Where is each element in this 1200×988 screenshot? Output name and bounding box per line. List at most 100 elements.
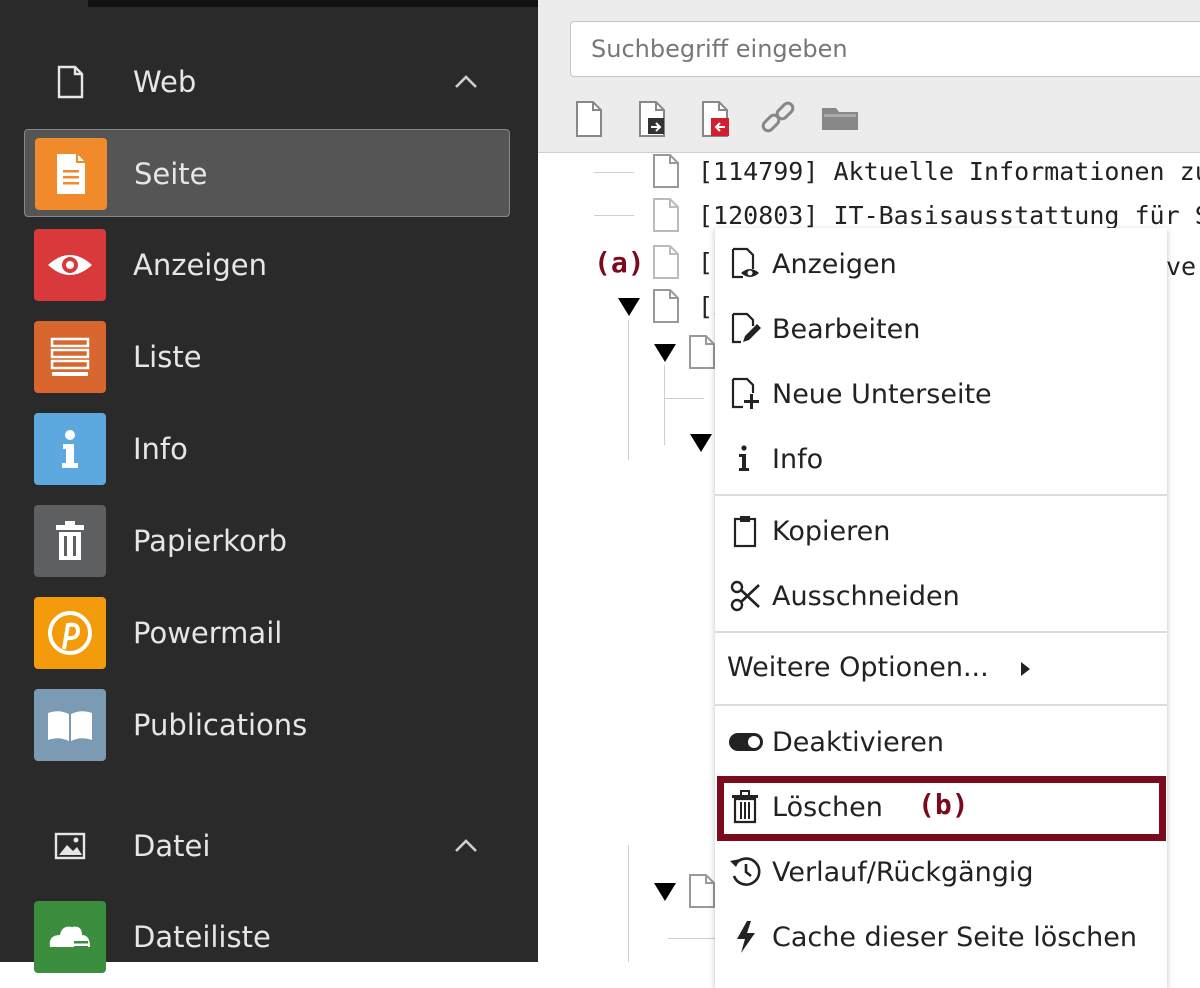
menu-item-info[interactable]: Info — [715, 426, 1167, 490]
chevron-up-icon[interactable] — [448, 830, 484, 862]
clipboard-icon — [729, 514, 763, 548]
new-page-icon[interactable] — [571, 98, 615, 142]
menu-divider — [715, 704, 1167, 706]
menu-item-deaktivieren[interactable]: Deaktivieren — [715, 709, 1167, 773]
module-label: Powermail — [133, 616, 283, 650]
menu-divider — [715, 631, 1167, 633]
menu-divider — [715, 494, 1167, 496]
tree-line — [594, 215, 634, 216]
menu-item-label: Bearbeiten — [772, 314, 921, 345]
top-strip — [88, 0, 538, 7]
tree-node[interactable]: [2 — [652, 288, 728, 326]
module-label: Seite — [134, 157, 208, 191]
module-papierkorb[interactable]: Papierkorb — [24, 497, 510, 585]
tree-line — [594, 172, 634, 173]
tree-line — [628, 320, 629, 460]
module-label: Dateiliste — [133, 920, 271, 954]
menu-item-weitere-optionen[interactable]: Weitere Optionen... — [715, 634, 1167, 698]
tree-line — [628, 845, 629, 962]
list-icon — [34, 321, 106, 393]
expand-caret-icon[interactable] — [652, 881, 678, 903]
tree-line — [664, 365, 665, 445]
module-group-web[interactable]: Web — [0, 36, 538, 128]
menu-item-anzeigen[interactable]: Anzeigen — [715, 231, 1167, 295]
module-label: Anzeigen — [133, 248, 267, 282]
page-icon — [688, 873, 716, 915]
menu-item-label: Info — [772, 444, 824, 475]
menu-item-label: Ausschneiden — [772, 581, 960, 612]
module-info[interactable]: Info — [24, 405, 510, 493]
context-menu: Anzeigen Bearbeiten Neue Unterseite Info… — [715, 228, 1167, 988]
link-icon[interactable] — [758, 98, 802, 142]
page-icon — [52, 64, 88, 100]
module-seite[interactable]: Seite — [24, 129, 510, 217]
page-icon — [652, 288, 680, 330]
info-icon — [34, 413, 106, 485]
module-group-label: Datei — [133, 829, 211, 863]
tree-node-label: ve — [1166, 252, 1197, 281]
page-icon — [688, 334, 716, 376]
module-group-datei[interactable]: Datei — [0, 800, 538, 892]
tree-node[interactable] — [688, 334, 716, 372]
page-icon — [652, 244, 680, 286]
paste-into-icon[interactable] — [634, 98, 678, 142]
image-icon — [52, 828, 88, 864]
tree-node-label: [114799] Aktuelle Informationen zu — [698, 157, 1200, 186]
lightning-icon — [729, 920, 763, 954]
tree-toolbar — [538, 0, 1200, 153]
loeschen-highlight-box — [717, 776, 1166, 841]
module-group-label: Web — [133, 65, 197, 99]
menu-item-bearbeiten[interactable]: Bearbeiten — [715, 296, 1167, 360]
chevron-up-icon[interactable] — [448, 66, 484, 98]
module-dateiliste[interactable]: Dateiliste — [24, 893, 510, 981]
tree-line — [664, 398, 704, 399]
powermail-icon — [34, 597, 106, 669]
book-icon — [34, 689, 106, 761]
annotation-a: (a) — [594, 246, 645, 279]
menu-item-label: Weitere Optionen... — [727, 652, 989, 683]
folder-icon[interactable] — [820, 98, 864, 142]
view-page-icon — [729, 247, 763, 281]
search-input[interactable] — [570, 21, 1200, 77]
expand-caret-icon[interactable] — [616, 296, 642, 318]
module-label: Info — [133, 432, 188, 466]
menu-item-label: Verlauf/Rückgängig — [772, 857, 1034, 888]
page-module-icon — [35, 138, 107, 210]
expand-caret-icon[interactable] — [652, 342, 678, 364]
menu-item-neue-unterseite[interactable]: Neue Unterseite — [715, 361, 1167, 425]
menu-item-label: Deaktivieren — [772, 727, 944, 758]
new-subpage-icon — [729, 377, 763, 411]
module-publications[interactable]: Publications — [24, 681, 510, 769]
paste-after-icon[interactable] — [697, 98, 741, 142]
toggle-icon — [729, 725, 763, 759]
tree-node-fragment: ve — [1166, 248, 1200, 286]
eye-icon — [34, 229, 106, 301]
module-menu: Web Seite Anzeigen Liste Info Papierkorb… — [0, 0, 538, 973]
tree-node[interactable]: [1 — [652, 244, 728, 282]
module-anzeigen[interactable]: Anzeigen — [24, 221, 510, 309]
module-powermail[interactable]: Powermail — [24, 589, 510, 677]
menu-item-verlauf[interactable]: Verlauf/Rückgängig — [715, 839, 1167, 903]
module-label: Liste — [133, 340, 202, 374]
menu-item-cache-loeschen[interactable]: Cache dieser Seite löschen — [715, 904, 1167, 968]
page-icon — [652, 153, 680, 195]
tree-node[interactable] — [688, 873, 716, 911]
menu-item-ausschneiden[interactable]: Ausschneiden — [715, 563, 1167, 627]
history-icon — [729, 855, 763, 889]
scissors-icon — [729, 579, 763, 613]
filelist-icon — [34, 901, 106, 973]
menu-item-label: Neue Unterseite — [772, 379, 992, 410]
tree-line — [668, 938, 716, 939]
menu-item-label: Anzeigen — [772, 249, 897, 280]
expand-caret-icon[interactable] — [688, 432, 714, 454]
menu-item-kopieren[interactable]: Kopieren — [715, 498, 1167, 562]
module-label: Publications — [133, 708, 308, 742]
page-icon — [652, 197, 680, 239]
module-liste[interactable]: Liste — [24, 313, 510, 401]
submenu-arrow-icon — [1021, 662, 1030, 676]
module-label: Papierkorb — [133, 524, 288, 558]
info-icon — [729, 442, 763, 476]
trash-icon — [34, 505, 106, 577]
menu-item-label: Kopieren — [772, 516, 891, 547]
edit-page-icon — [729, 312, 763, 346]
